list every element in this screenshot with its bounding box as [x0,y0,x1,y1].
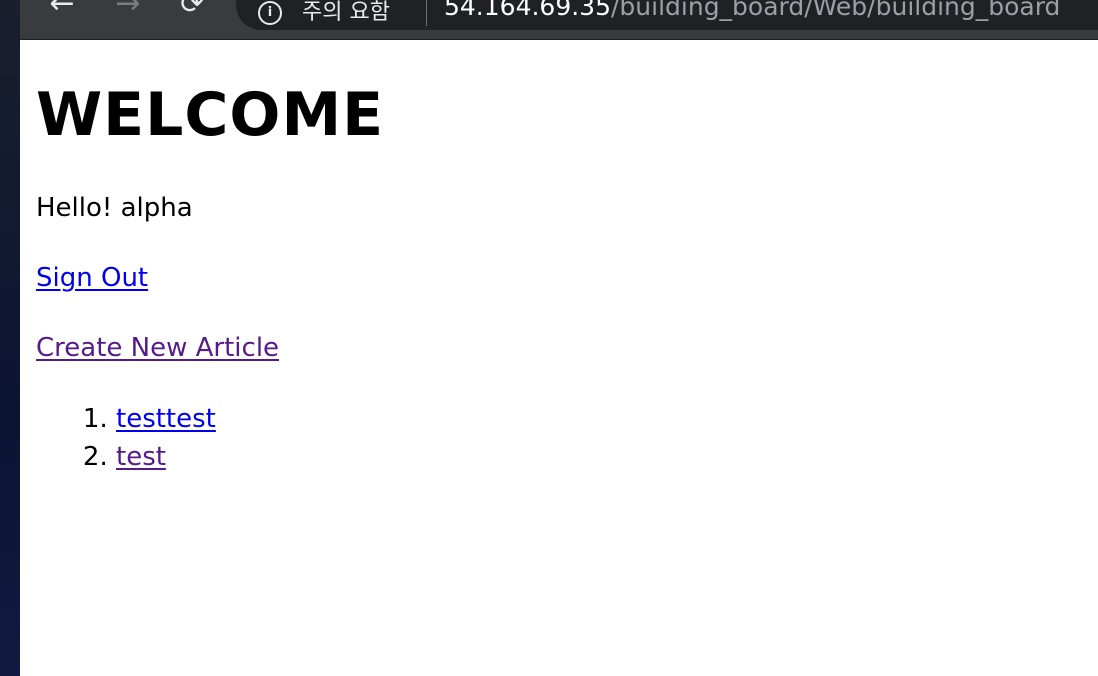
sign-out-link[interactable]: Sign Out [36,263,148,293]
url-path: /building_board/Web/building_board [611,0,1061,21]
create-article-row: Create New Article [36,330,1076,366]
list-item: test [116,438,1076,476]
greeting-text: Hello! alpha [36,193,193,223]
list-item: testtest [116,400,1076,438]
browser-window: ← → ⟳ i 주의 요함 54.164.69.35/building_boar… [20,0,1098,676]
back-arrow-icon[interactable]: ← [46,0,78,20]
page-title: WELCOME [36,80,385,150]
address-bar-divider [426,0,427,26]
article-link-testtest[interactable]: testtest [116,404,216,434]
article-link-test[interactable]: test [116,442,166,472]
forward-arrow-icon[interactable]: → [112,0,144,20]
sign-out-row: Sign Out [36,260,1076,296]
security-warning-label[interactable]: 주의 요함 [302,0,390,26]
address-bar[interactable]: i 주의 요함 54.164.69.35/building_board/Web/… [236,0,1098,30]
url-text[interactable]: 54.164.69.35/building_board/Web/building… [444,0,1060,21]
url-host: 54.164.69.35 [444,0,611,21]
desktop-background [0,0,20,676]
reload-icon[interactable]: ⟳ [176,0,208,20]
info-icon[interactable]: i [258,1,282,25]
create-article-link[interactable]: Create New Article [36,333,279,363]
page-content: WELCOME Hello! alpha Sign Out Create New… [36,40,1076,476]
article-list: testtest test [36,400,1076,476]
browser-toolbar: ← → ⟳ i 주의 요함 54.164.69.35/building_boar… [20,0,1098,40]
